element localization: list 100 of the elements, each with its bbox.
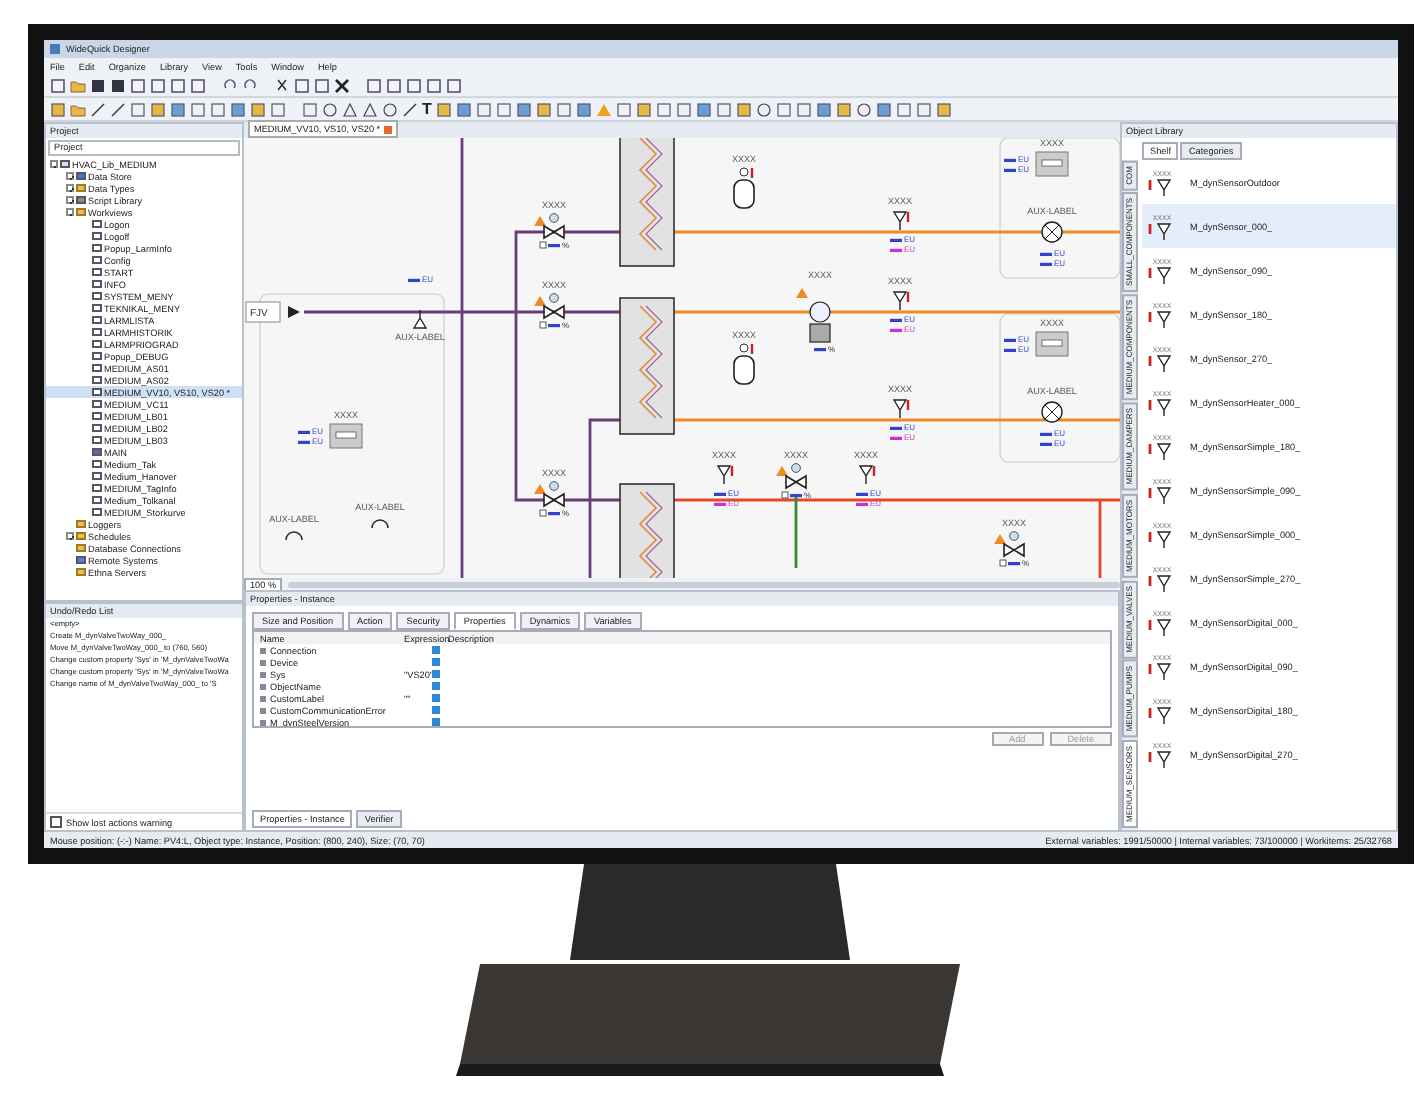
tank-icon[interactable]: [733, 343, 755, 385]
square-icon[interactable]: [130, 77, 146, 93]
folder-icon: [76, 183, 86, 193]
warning-icon: [534, 484, 546, 494]
square-icon[interactable]: [190, 101, 206, 117]
square-icon[interactable]: [250, 101, 266, 117]
square-icon[interactable]: [170, 77, 186, 93]
text-tool[interactable]: T: [422, 101, 432, 117]
warning-icon: [776, 466, 788, 476]
square-icon[interactable]: [535, 101, 552, 117]
expand-toggle-icon[interactable]: [50, 160, 58, 168]
expand-toggle-icon[interactable]: [66, 184, 74, 192]
square-icon[interactable]: [150, 77, 166, 93]
group-frame: [999, 138, 1120, 279]
circle-icon[interactable]: [322, 101, 338, 117]
display-panel-icon[interactable]: [1035, 151, 1069, 177]
square-icon[interactable]: [795, 101, 812, 117]
sensor-icon[interactable]: [893, 211, 908, 231]
square-icon[interactable]: [875, 101, 892, 117]
heat-exchanger-icon: [619, 297, 675, 435]
square-icon[interactable]: [150, 101, 166, 117]
checkbox[interactable]: [50, 816, 62, 828]
arc-icon[interactable]: [371, 519, 389, 529]
sensor-icon[interactable]: [717, 465, 732, 485]
square-icon[interactable]: [915, 101, 932, 117]
square-icon[interactable]: [230, 101, 246, 117]
valve-icon[interactable]: [543, 213, 565, 240]
square-icon[interactable]: [895, 101, 912, 117]
sensor-icon[interactable]: [893, 291, 908, 311]
circle-cross-icon[interactable]: [1041, 221, 1063, 243]
valve-icon[interactable]: [543, 481, 565, 508]
circle-icon[interactable]: [855, 101, 872, 117]
square-icon[interactable]: [426, 77, 442, 93]
valve-icon[interactable]: [785, 463, 807, 490]
link-icon: [539, 509, 547, 517]
expand-toggle-icon[interactable]: [66, 196, 74, 204]
link-icon: [539, 241, 547, 249]
display-panel-icon[interactable]: [1035, 331, 1069, 357]
square-icon[interactable]: [555, 101, 572, 117]
square-icon[interactable]: [735, 101, 752, 117]
square-icon[interactable]: [815, 101, 832, 117]
square-icon[interactable]: [935, 101, 952, 117]
sensor-icon[interactable]: [893, 399, 908, 419]
line-icon[interactable]: [90, 101, 106, 117]
tank-icon[interactable]: [733, 167, 755, 209]
square-icon[interactable]: [475, 101, 492, 117]
square-icon[interactable]: [515, 101, 532, 117]
expand-toggle-icon[interactable]: [66, 532, 74, 540]
square-icon[interactable]: [294, 77, 310, 93]
square-icon[interactable]: [190, 77, 206, 93]
square-icon[interactable]: [386, 77, 402, 93]
line-icon[interactable]: [110, 101, 126, 117]
pump-motor-icon[interactable]: [809, 301, 831, 343]
square-icon[interactable]: [835, 101, 852, 117]
warning-icon: [796, 288, 808, 298]
circle-cross-icon[interactable]: [1041, 401, 1063, 423]
cross-icon[interactable]: [334, 77, 350, 93]
valve-icon[interactable]: [543, 293, 565, 320]
link-icon: [999, 559, 1007, 567]
heat-exchanger-icon: [619, 138, 675, 267]
link-icon: [781, 491, 789, 499]
square-icon[interactable]: [715, 101, 732, 117]
square-icon[interactable]: [210, 101, 226, 117]
square-icon[interactable]: [366, 77, 382, 93]
square-icon[interactable]: [170, 101, 186, 117]
warning-icon: [534, 296, 546, 306]
square-icon[interactable]: [575, 101, 592, 117]
display-panel-icon[interactable]: [329, 423, 363, 449]
expand-toggle-icon[interactable]: [66, 208, 74, 216]
expand-toggle-icon[interactable]: [66, 172, 74, 180]
square-icon[interactable]: [695, 101, 712, 117]
square-icon[interactable]: [655, 101, 672, 117]
folder-icon: [76, 567, 86, 577]
arrow-icon: [288, 306, 300, 318]
square-icon[interactable]: [435, 101, 452, 117]
warning-icon: [534, 216, 546, 226]
circle-icon[interactable]: [755, 101, 772, 117]
square-icon[interactable]: [455, 101, 472, 117]
item-icon: [76, 555, 86, 565]
app-icon: [50, 44, 60, 54]
line-icon[interactable]: [402, 101, 418, 117]
arc-icon[interactable]: [285, 531, 303, 541]
link-icon: [539, 321, 547, 329]
item-icon: [76, 195, 86, 205]
item-icon: [92, 447, 102, 457]
close-icon[interactable]: [384, 125, 393, 133]
circle-icon[interactable]: [382, 101, 398, 117]
sensor-icon[interactable]: [859, 465, 874, 485]
square-icon[interactable]: [406, 77, 422, 93]
square-icon[interactable]: [314, 77, 330, 93]
sensor-icon[interactable]: [413, 309, 428, 329]
square-icon[interactable]: [615, 101, 632, 117]
square-icon[interactable]: [635, 101, 652, 117]
square-icon[interactable]: [495, 101, 512, 117]
square-icon[interactable]: [270, 101, 286, 117]
valve-icon[interactable]: [1003, 531, 1025, 558]
warning-icon: [994, 534, 1006, 544]
square-icon[interactable]: [446, 77, 462, 93]
square-icon[interactable]: [675, 101, 692, 117]
horizontal-scrollbar[interactable]: [288, 581, 1120, 587]
